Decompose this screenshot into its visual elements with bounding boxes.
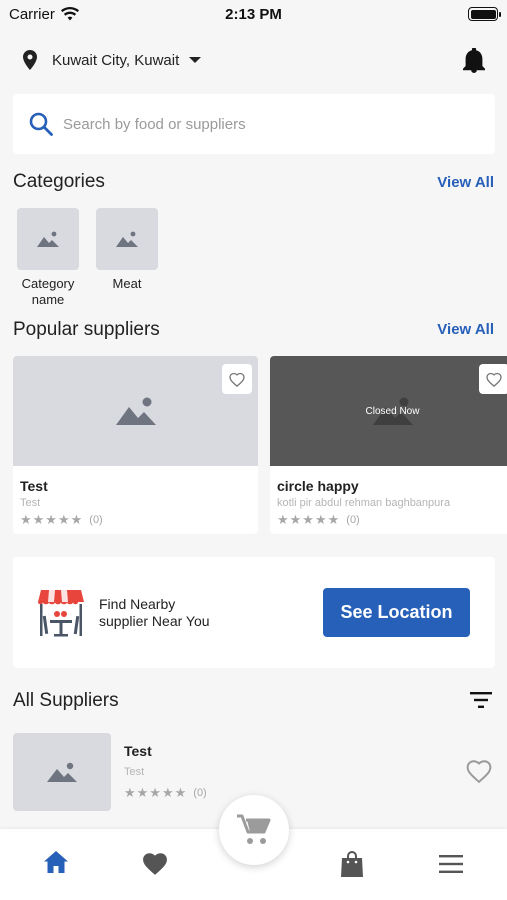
search-icon: [29, 112, 53, 136]
bell-icon[interactable]: [463, 48, 485, 73]
rating: ★★★★★ (0): [20, 512, 258, 528]
category-thumbnail: [17, 208, 79, 270]
rating-count: (0): [346, 514, 360, 526]
restaurant-table-icon: [38, 589, 84, 636]
supplier-image: Closed Now: [270, 356, 507, 466]
menu-icon[interactable]: [439, 855, 463, 873]
cart-button[interactable]: [219, 795, 289, 865]
popular-suppliers-title: Popular suppliers: [13, 319, 160, 340]
supplier-name: circle happy: [277, 478, 359, 494]
search-input[interactable]: [63, 115, 443, 133]
favorite-button[interactable]: [479, 364, 507, 394]
rating-count: (0): [193, 787, 207, 799]
image-placeholder-icon: [37, 231, 59, 247]
filter-icon[interactable]: [470, 691, 492, 709]
categories-view-all-link[interactable]: View All: [437, 174, 494, 191]
bag-icon[interactable]: [341, 851, 363, 877]
categories-title: Categories: [13, 171, 105, 192]
rating: ★★★★★ (0): [277, 512, 507, 528]
supplier-name: Test: [124, 743, 152, 759]
category-label: Category name: [21, 276, 75, 307]
promo-text: Find Nearby supplier Near You: [99, 596, 210, 630]
supplier-card[interactable]: Test Test ★★★★★ (0): [13, 356, 258, 534]
promo-text-line1: Find Nearby: [99, 595, 176, 612]
image-placeholder-icon: [116, 231, 138, 247]
supplier-card[interactable]: Closed Now circle happy kotli pir abdul …: [270, 356, 507, 534]
supplier-subtitle: Test: [124, 766, 145, 778]
status-bar: Carrier 2:13 PM: [0, 0, 507, 28]
location-text: Kuwait City, Kuwait: [52, 51, 180, 69]
home-icon[interactable]: [44, 851, 68, 873]
closed-now-label: Closed Now: [365, 405, 420, 417]
category-item[interactable]: Category name: [17, 208, 79, 308]
star-icons: ★★★★★: [124, 785, 188, 800]
heart-outline-icon[interactable]: [466, 759, 492, 783]
image-placeholder-icon: [115, 397, 156, 425]
all-suppliers-title: All Suppliers: [13, 690, 119, 711]
supplier-thumbnail: [13, 733, 111, 811]
rating-count: (0): [89, 514, 103, 526]
supplier-image: [13, 356, 258, 466]
search-bar[interactable]: [13, 94, 495, 154]
star-icons: ★★★★★: [277, 512, 341, 527]
category-label: Meat: [112, 276, 142, 291]
cart-icon: [237, 814, 271, 844]
image-placeholder-icon: [47, 762, 77, 782]
battery-icon: [468, 7, 501, 21]
location-pin-icon: [23, 50, 37, 70]
chevron-down-icon: [189, 57, 202, 63]
battery-fill: [470, 9, 496, 19]
heart-outline-icon: [486, 372, 502, 387]
carrier-label: Carrier: [9, 5, 55, 23]
location-selector[interactable]: Kuwait City, Kuwait: [0, 40, 507, 80]
category-item[interactable]: Meat: [96, 208, 158, 292]
star-icons: ★★★★★: [20, 512, 84, 527]
popular-view-all-link[interactable]: View All: [437, 321, 494, 338]
category-thumbnail: [96, 208, 158, 270]
see-location-button[interactable]: See Location: [323, 588, 470, 637]
supplier-subtitle: kotli pir abdul rehman baghbanpura: [277, 497, 451, 509]
rating: ★★★★★ (0): [124, 785, 207, 801]
wifi-icon: [60, 7, 79, 21]
heart-outline-icon: [229, 372, 245, 387]
favorite-button[interactable]: [222, 364, 252, 394]
supplier-name: Test: [20, 478, 48, 494]
promo-text-line2: supplier Near You: [99, 612, 210, 629]
heart-icon[interactable]: [141, 851, 169, 876]
nearby-supplier-banner: Find Nearby supplier Near You See Locati…: [13, 557, 495, 668]
supplier-subtitle: Test: [20, 497, 41, 509]
status-left: Carrier: [9, 6, 79, 23]
